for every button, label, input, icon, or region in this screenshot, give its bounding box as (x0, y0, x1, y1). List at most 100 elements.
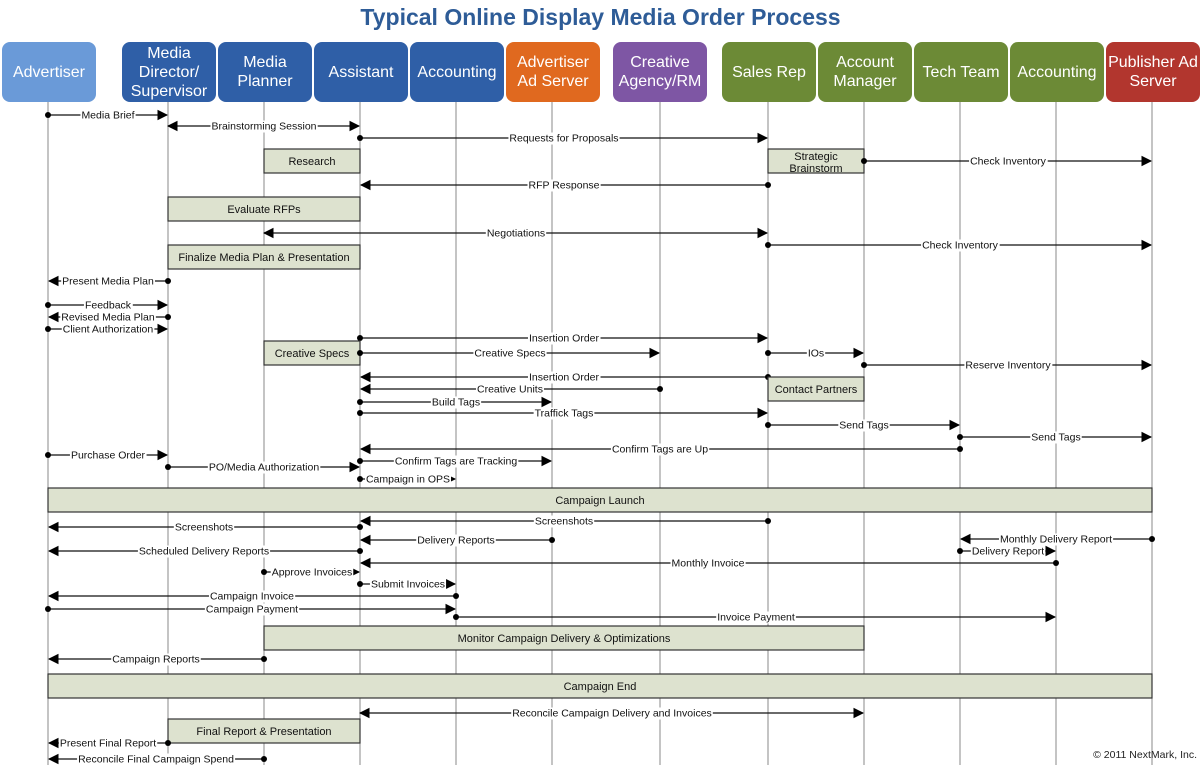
message-label: Send Tags (839, 420, 888, 432)
message-arrow: Send Tags (957, 431, 1153, 444)
origin-dot (357, 350, 363, 356)
message-label: Scheduled Delivery Reports (139, 546, 269, 558)
activity-box: Finalize Media Plan & Presentation (167, 244, 361, 270)
origin-dot (861, 362, 867, 368)
origin-dot (165, 278, 171, 284)
message-label: Negotiations (487, 228, 545, 240)
activity-box: Contact Partners (767, 376, 865, 402)
origin-dot (45, 606, 51, 612)
sequence-diagram: Media Brief Brainstorming Session Requests… (45, 102, 1155, 766)
origin-dot (453, 614, 459, 620)
phase-bar: Campaign Launch (47, 487, 1153, 513)
message-arrow: Creative Specs (357, 347, 661, 360)
message-arrow: Monthly Delivery Report (959, 533, 1155, 546)
activity-box: Creative Specs (263, 340, 361, 366)
message-arrow: Campaign Payment (45, 603, 457, 616)
phase-bar: Campaign End (47, 673, 1153, 699)
message-arrow: Scheduled Delivery Reports (47, 545, 363, 558)
box-label: Campaign Launch (555, 495, 644, 507)
message-label: Requests for Proposals (509, 133, 618, 145)
message-arrow: Campaign in OPS (357, 473, 457, 486)
message-label: Campaign Reports (112, 654, 200, 666)
origin-dot (45, 302, 51, 308)
box-label: Finalize Media Plan & Presentation (178, 252, 349, 264)
box-label: Creative Specs (275, 348, 350, 360)
origin-dot (957, 548, 963, 554)
origin-dot (453, 593, 459, 599)
origin-dot (165, 314, 171, 320)
message-label: Reserve Inventory (965, 360, 1051, 372)
message-arrow: Campaign Reports (47, 653, 267, 666)
box-label: Brainstorm (789, 163, 842, 175)
message-arrow: Brainstorming Session (166, 120, 361, 133)
origin-dot (765, 518, 771, 524)
message-arrow: Reconcile Final Campaign Spend (47, 753, 267, 766)
origin-dot (165, 740, 171, 746)
origin-dot (1053, 560, 1059, 566)
message-label: Brainstorming Session (211, 121, 316, 133)
origin-dot (357, 135, 363, 141)
steps-layer: Media Brief Brainstorming Session Requests… (45, 109, 1155, 766)
message-arrow: Requests for Proposals (357, 132, 769, 145)
origin-dot (357, 458, 363, 464)
message-label: Feedback (85, 300, 132, 312)
box-label: Final Report & Presentation (196, 726, 331, 738)
origin-dot (357, 476, 363, 482)
message-label: Reconcile Final Campaign Spend (78, 754, 234, 766)
activity-box: Evaluate RFPs (167, 196, 361, 222)
message-label: Monthly Invoice (672, 558, 745, 570)
message-label: RFP Response (528, 180, 599, 192)
message-arrow: Delivery Reports (359, 534, 555, 547)
message-label: Approve Invoices (272, 567, 353, 579)
message-arrow: Campaign Invoice (47, 590, 459, 603)
message-label: Creative Units (477, 384, 543, 396)
message-label: Revised Media Plan (61, 312, 155, 324)
origin-dot (357, 410, 363, 416)
message-arrow: Send Tags (765, 419, 961, 432)
origin-dot (45, 326, 51, 332)
box-label: Strategic (794, 151, 838, 163)
activity-box: Monitor Campaign Delivery & Optimization… (263, 625, 865, 651)
origin-dot (357, 581, 363, 587)
message-label: Delivery Report (972, 546, 1044, 558)
activity-box: Final Report & Presentation (167, 718, 361, 744)
origin-dot (357, 335, 363, 341)
activity-box: Research (263, 148, 361, 174)
message-arrow: Screenshots (359, 515, 771, 528)
message-arrow: Feedback (45, 299, 169, 312)
copyright-notice: © 2011 NextMark, Inc. (1093, 749, 1197, 761)
message-arrow: Insertion Order (357, 332, 769, 345)
message-arrow: Check Inventory (861, 155, 1153, 168)
message-label: Build Tags (432, 397, 480, 409)
message-arrow: Monthly Invoice (359, 557, 1059, 570)
box-label: Evaluate RFPs (227, 204, 301, 216)
box-label: Research (288, 156, 335, 168)
message-arrow: Negotiations (262, 227, 769, 240)
message-arrow: Invoice Payment (453, 611, 1057, 624)
message-label: Submit Invoices (371, 579, 445, 591)
message-arrow: Screenshots (47, 521, 363, 534)
origin-dot (261, 569, 267, 575)
origin-dot (549, 537, 555, 543)
message-arrow: Present Media Plan (47, 275, 171, 288)
origin-dot (357, 524, 363, 530)
origin-dot (765, 422, 771, 428)
message-label: Confirm Tags are Up (612, 444, 708, 456)
message-label: Traffick Tags (535, 408, 594, 420)
message-label: Delivery Reports (417, 535, 495, 547)
message-label: Check Inventory (970, 156, 1047, 168)
message-arrow: IOs (765, 347, 865, 360)
message-label: Screenshots (535, 516, 593, 528)
message-arrow: Reserve Inventory (861, 359, 1153, 372)
origin-dot (261, 656, 267, 662)
origin-dot (45, 452, 51, 458)
activity-box: StrategicBrainstorm (767, 148, 865, 175)
origin-dot (45, 112, 51, 118)
message-arrow: Traffick Tags (357, 407, 769, 420)
message-arrow: Insertion Order (359, 371, 771, 384)
message-label: Media Brief (81, 110, 134, 122)
message-arrow: Check Inventory (765, 239, 1153, 252)
message-arrow: RFP Response (359, 179, 771, 192)
message-label: Reconcile Campaign Delivery and Invoices (512, 708, 712, 720)
message-arrow: Reconcile Campaign Delivery and Invoices (358, 707, 865, 720)
